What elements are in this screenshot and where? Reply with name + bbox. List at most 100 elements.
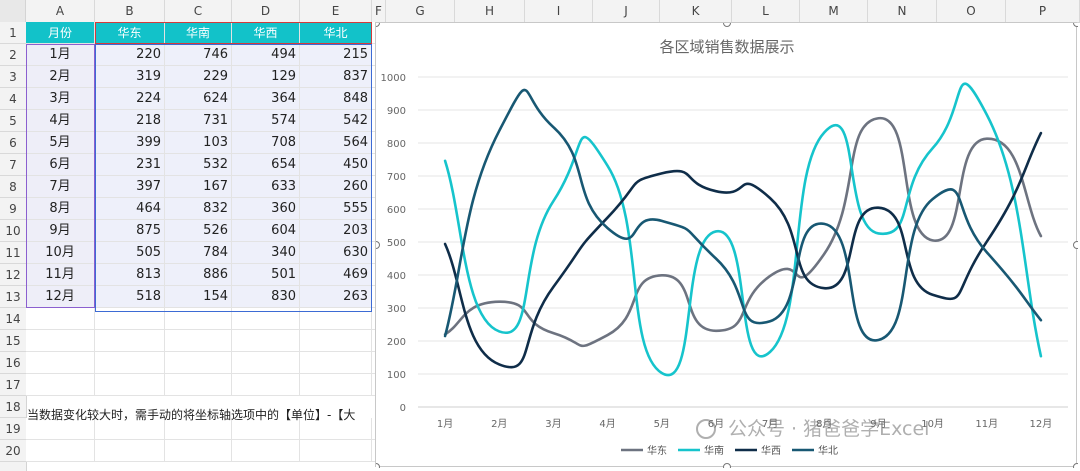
cell-C16[interactable] <box>165 352 232 374</box>
row-header-6[interactable]: 6 <box>0 132 26 154</box>
line-chart[interactable]: 各区域销售数据展示 0 100 200 300 400 500 600 700 800 900 100… <box>375 22 1079 469</box>
row-header-3[interactable]: 3 <box>0 66 26 88</box>
cell-D5[interactable]: 574 <box>232 110 300 132</box>
cell-B5[interactable]: 218 <box>95 110 165 132</box>
resize-handle[interactable] <box>376 23 380 27</box>
cell-A16[interactable] <box>26 352 95 374</box>
cell-E20[interactable] <box>300 440 372 462</box>
cell-A14[interactable] <box>26 308 95 330</box>
column-header-M[interactable]: M <box>800 0 868 22</box>
cell-D12[interactable]: 501 <box>232 264 300 286</box>
column-header-A[interactable]: A <box>26 0 95 22</box>
cell-E16[interactable] <box>300 352 372 374</box>
resize-handle[interactable] <box>1073 463 1079 469</box>
cell-A2[interactable]: 1月 <box>26 44 95 66</box>
row-header-13[interactable]: 13 <box>0 286 26 308</box>
resize-handle[interactable] <box>723 463 731 469</box>
cell-D8[interactable]: 633 <box>232 176 300 198</box>
column-header-N[interactable]: N <box>868 0 937 22</box>
header-cell-E[interactable]: 华北 <box>300 22 372 44</box>
resize-handle[interactable] <box>1073 241 1079 249</box>
resize-handle[interactable] <box>723 23 731 27</box>
resize-handle[interactable] <box>376 241 380 249</box>
cell-E6[interactable]: 564 <box>300 132 372 154</box>
header-cell-A[interactable]: 月份 <box>26 22 95 44</box>
cell-C7[interactable]: 532 <box>165 154 232 176</box>
cell-B13[interactable]: 518 <box>95 286 165 308</box>
cell-E8[interactable]: 260 <box>300 176 372 198</box>
cell-B10[interactable]: 875 <box>95 220 165 242</box>
resize-handle[interactable] <box>1073 23 1079 27</box>
cell-E13[interactable]: 263 <box>300 286 372 308</box>
column-header-C[interactable]: C <box>165 0 232 22</box>
cell-E2[interactable]: 215 <box>300 44 372 66</box>
row-header-7[interactable]: 7 <box>0 154 26 176</box>
row-header-2[interactable]: 2 <box>0 44 26 66</box>
column-header-I[interactable]: I <box>525 0 593 22</box>
cell-A4[interactable]: 3月 <box>26 88 95 110</box>
cell-C10[interactable]: 526 <box>165 220 232 242</box>
cell-E3[interactable]: 837 <box>300 66 372 88</box>
column-header-O[interactable]: O <box>937 0 1006 22</box>
row-header-16[interactable]: 16 <box>0 352 26 374</box>
row-header-10[interactable]: 10 <box>0 220 26 242</box>
cell-D13[interactable]: 830 <box>232 286 300 308</box>
cell-C8[interactable]: 167 <box>165 176 232 198</box>
cell-A7[interactable]: 6月 <box>26 154 95 176</box>
row-header-5[interactable]: 5 <box>0 110 26 132</box>
legend-label-华西[interactable]: 华西 <box>761 444 781 457</box>
column-header-P[interactable]: P <box>1006 0 1080 22</box>
cell-C2[interactable]: 746 <box>165 44 232 66</box>
cell-E12[interactable]: 469 <box>300 264 372 286</box>
column-header-F[interactable]: F <box>372 0 386 22</box>
row-header-9[interactable]: 9 <box>0 198 26 220</box>
cell-E14[interactable] <box>300 308 372 330</box>
cell-D10[interactable]: 604 <box>232 220 300 242</box>
cell-B8[interactable]: 397 <box>95 176 165 198</box>
row-header-19[interactable]: 19 <box>0 418 26 440</box>
legend-label-华东[interactable]: 华东 <box>647 444 667 457</box>
row-header-15[interactable]: 15 <box>0 330 26 352</box>
cell-E4[interactable]: 848 <box>300 88 372 110</box>
row-header-14[interactable]: 14 <box>0 308 26 330</box>
column-header-L[interactable]: L <box>732 0 800 22</box>
cell-C15[interactable] <box>165 330 232 352</box>
column-header-J[interactable]: J <box>593 0 660 22</box>
cell-C13[interactable]: 154 <box>165 286 232 308</box>
cell-B3[interactable]: 319 <box>95 66 165 88</box>
legend-label-华北[interactable]: 华北 <box>818 444 838 457</box>
cell-E15[interactable] <box>300 330 372 352</box>
cell-B4[interactable]: 224 <box>95 88 165 110</box>
header-cell-B[interactable]: 华东 <box>95 22 165 44</box>
row-header-17[interactable]: 17 <box>0 374 26 396</box>
cell-A3[interactable]: 2月 <box>26 66 95 88</box>
legend-label-华南[interactable]: 华南 <box>704 444 724 457</box>
cell-D6[interactable]: 708 <box>232 132 300 154</box>
cell-A8[interactable]: 7月 <box>26 176 95 198</box>
cell-B6[interactable]: 399 <box>95 132 165 154</box>
series-line-华北[interactable] <box>443 88 1043 342</box>
cell-C11[interactable]: 784 <box>165 242 232 264</box>
column-header-B[interactable]: B <box>95 0 165 22</box>
row-header-8[interactable]: 8 <box>0 176 26 198</box>
note-cell-a18[interactable]: 当数据变化较大时，需手动的将坐标轴选项中的【单位】-【大 <box>27 404 373 426</box>
cell-A12[interactable]: 11月 <box>26 264 95 286</box>
cell-C3[interactable]: 229 <box>165 66 232 88</box>
column-header-E[interactable]: E <box>300 0 372 22</box>
cell-A13[interactable]: 12月 <box>26 286 95 308</box>
header-cell-D[interactable]: 华西 <box>232 22 300 44</box>
cell-A9[interactable]: 8月 <box>26 198 95 220</box>
cell-B17[interactable] <box>95 374 165 396</box>
cell-C17[interactable] <box>165 374 232 396</box>
cell-D20[interactable] <box>232 440 300 462</box>
cell-D9[interactable]: 360 <box>232 198 300 220</box>
series-line-华东[interactable] <box>443 116 1043 348</box>
chart-title[interactable]: 各区域销售数据展示 <box>659 38 794 56</box>
cell-E10[interactable]: 203 <box>300 220 372 242</box>
cell-B15[interactable] <box>95 330 165 352</box>
cell-D4[interactable]: 364 <box>232 88 300 110</box>
cell-D7[interactable]: 654 <box>232 154 300 176</box>
cell-D15[interactable] <box>232 330 300 352</box>
select-all-corner[interactable] <box>0 0 26 22</box>
resize-handle[interactable] <box>376 463 380 469</box>
